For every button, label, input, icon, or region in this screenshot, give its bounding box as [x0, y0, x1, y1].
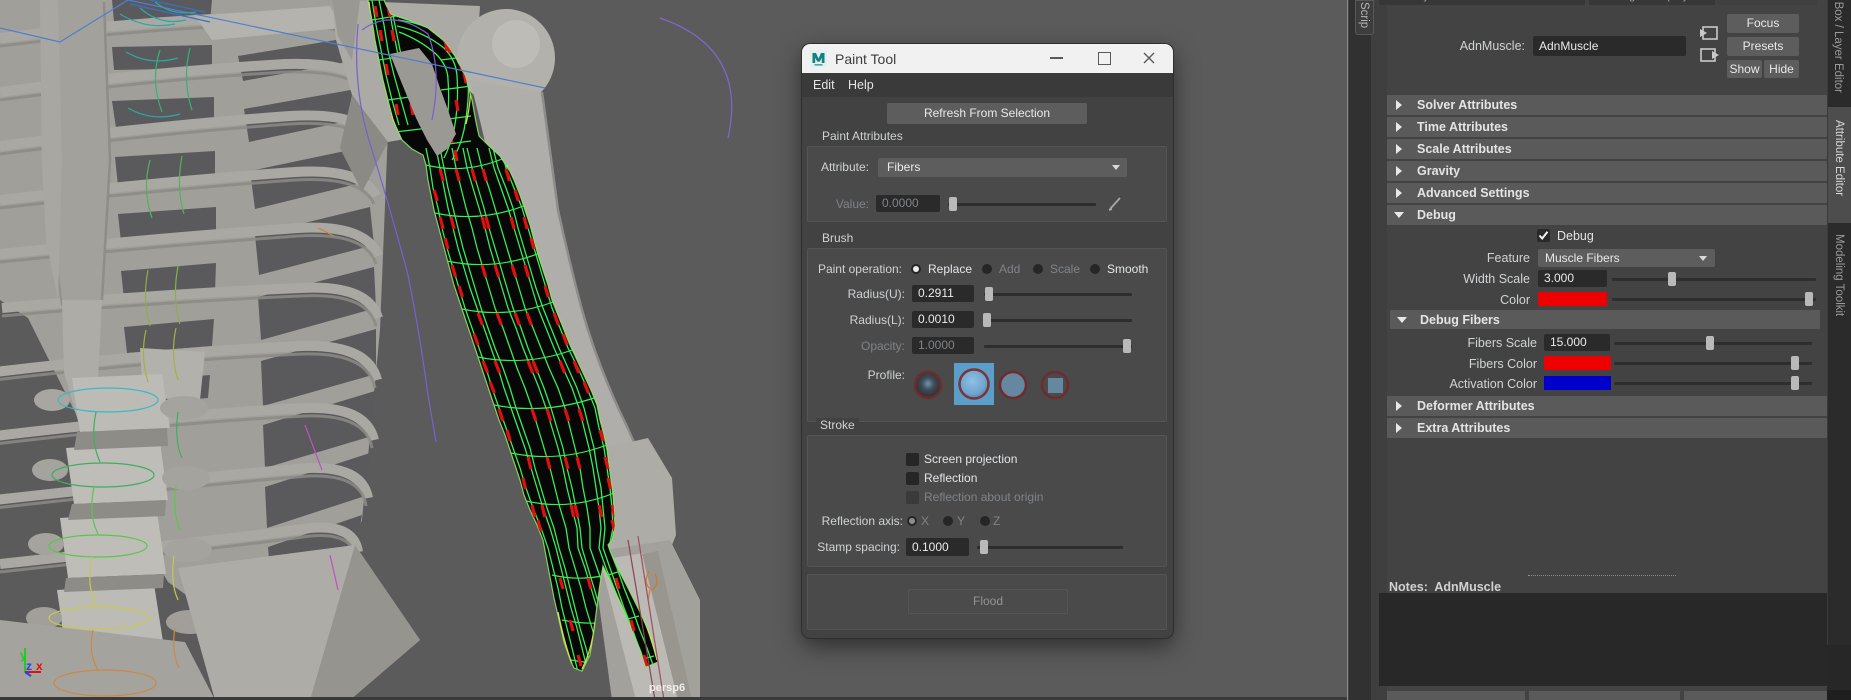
svg-text:persp6: persp6 [649, 682, 685, 694]
svg-text:z: z [26, 659, 32, 673]
svg-text:x: x [36, 659, 43, 673]
